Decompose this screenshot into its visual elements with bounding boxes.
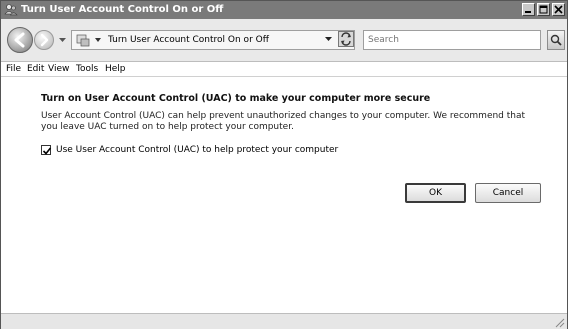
main-content: Turn on User Account Control (UAC) to ma… xyxy=(1,77,567,313)
breadcrumb-chevron-icon[interactable] xyxy=(95,36,101,44)
menu-help[interactable]: Help xyxy=(105,64,126,74)
description-text: User Account Control (UAC) can help prev… xyxy=(41,111,526,132)
users-shield-icon xyxy=(4,3,18,17)
title-bar[interactable]: Turn User Account Control On or Off xyxy=(1,1,567,19)
menu-view[interactable]: View xyxy=(48,64,69,74)
uac-checkbox[interactable] xyxy=(41,145,52,155)
refresh-button[interactable] xyxy=(338,31,354,47)
address-path: Turn User Account Control On or Off xyxy=(108,35,269,45)
checkmark-icon xyxy=(42,147,52,155)
minimize-button[interactable] xyxy=(522,3,535,16)
address-dropdown-icon[interactable] xyxy=(325,37,332,42)
search-input[interactable] xyxy=(364,31,542,49)
window-title: Turn User Account Control On or Off xyxy=(21,4,224,15)
minimize-icon xyxy=(525,11,531,13)
forward-arrow-icon xyxy=(40,33,49,47)
search-button[interactable] xyxy=(547,30,565,50)
maximize-icon xyxy=(539,5,548,14)
address-box[interactable]: Turn User Account Control On or Off xyxy=(71,30,355,50)
ok-button[interactable]: OK xyxy=(405,183,466,203)
magnifier-icon xyxy=(550,34,562,46)
refresh-icon xyxy=(338,31,354,47)
menu-edit[interactable]: Edit xyxy=(27,64,44,74)
maximize-button[interactable] xyxy=(537,3,550,16)
menu-tools[interactable]: Tools xyxy=(76,64,98,74)
close-icon xyxy=(554,5,563,14)
status-bar xyxy=(1,313,567,329)
uac-checkbox-row[interactable]: Use User Account Control (UAC) to help p… xyxy=(41,145,338,155)
back-button[interactable] xyxy=(7,27,33,53)
recent-pages-dropdown-icon[interactable] xyxy=(59,38,66,43)
page-heading: Turn on User Account Control (UAC) to ma… xyxy=(41,93,431,104)
forward-button[interactable] xyxy=(34,30,54,50)
menu-bar: File Edit View Tools Help xyxy=(1,62,567,77)
cancel-button[interactable]: Cancel xyxy=(475,183,541,203)
search-box[interactable] xyxy=(363,30,542,50)
uac-window: Turn User Account Control On or Off Turn… xyxy=(0,0,568,329)
uac-checkbox-label: Use User Account Control (UAC) to help p… xyxy=(56,145,339,155)
navigation-bar: Turn User Account Control On or Off xyxy=(1,19,567,62)
menu-file[interactable]: File xyxy=(6,64,21,74)
back-arrow-icon xyxy=(14,32,25,48)
control-panel-icon xyxy=(76,34,90,47)
resize-grip-icon[interactable] xyxy=(553,316,565,328)
close-button[interactable] xyxy=(552,3,565,16)
